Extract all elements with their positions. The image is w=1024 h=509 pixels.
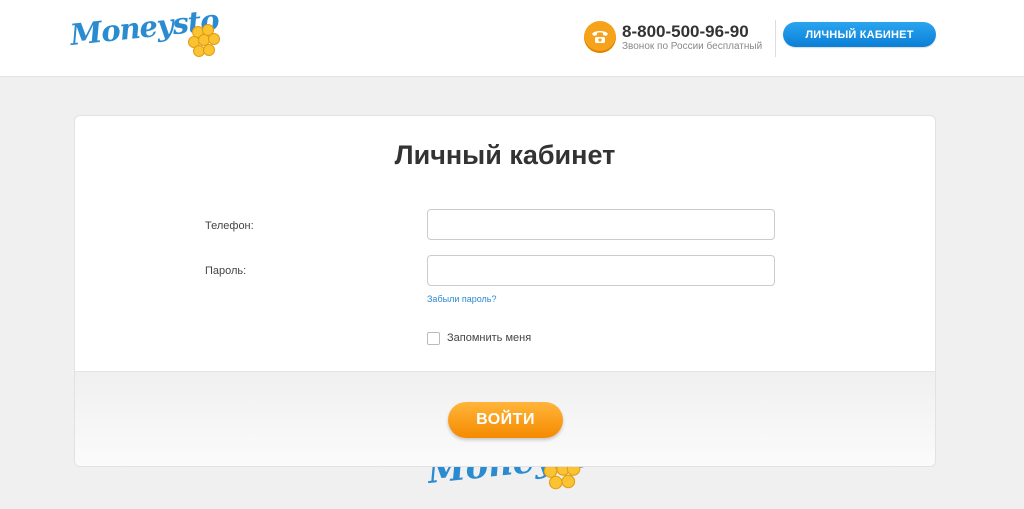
password-input[interactable]	[427, 255, 775, 286]
coins-icon	[188, 24, 220, 57]
site-header: Moneysto 8-800-500-96-90 Звонок по Росси…	[0, 0, 1024, 77]
phone-number[interactable]: 8-800-500-96-90	[622, 22, 749, 42]
forgot-password-link[interactable]: Забыли пароль?	[427, 294, 496, 304]
form-footer: ВОЙТИ	[75, 371, 935, 466]
page-title: Личный кабинет	[394, 140, 616, 170]
phone-note: Звонок по России бесплатный	[622, 41, 763, 52]
remember-me[interactable]: Запомнить меня	[427, 331, 531, 345]
site-logo[interactable]: Moneysto	[68, 3, 222, 68]
checkbox-icon[interactable]	[427, 331, 440, 345]
phone-input[interactable]	[427, 209, 775, 240]
phone-field-label: Телефон:	[205, 220, 254, 232]
password-field-label: Пароль:	[205, 265, 247, 277]
header-divider	[775, 20, 776, 57]
login-card: Личный кабинет Телефон: Пароль: Забыли п…	[74, 115, 936, 467]
personal-cabinet-button[interactable]: ЛИЧНЫЙ КАБИНЕТ	[783, 22, 936, 47]
phone-icon	[584, 21, 616, 53]
remember-me-label: Запомнить меня	[447, 332, 532, 344]
login-button[interactable]: ВОЙТИ	[448, 402, 563, 438]
